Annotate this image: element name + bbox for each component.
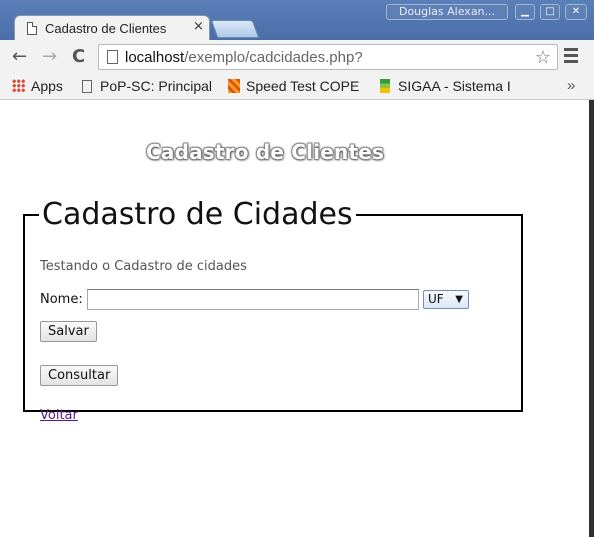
back-link[interactable]: Voltar — [40, 408, 78, 423]
maximize-icon[interactable]: □ — [540, 4, 560, 20]
bookmark-star-icon[interactable]: ☆ — [535, 47, 551, 68]
page-icon — [107, 50, 118, 64]
address-bar[interactable]: localhost/exemplo/cadcidades.php? ☆ — [98, 44, 558, 70]
save-button[interactable]: Salvar — [40, 321, 97, 342]
bookmark-label: Apps — [31, 78, 63, 94]
bookmark-label: SIGAA - Sistema I — [398, 78, 511, 94]
window-edge — [589, 100, 594, 537]
cidades-fieldset: Cadastro de Cidades Testando o Cadastro … — [23, 197, 523, 423]
uf-select[interactable]: UF ▼ — [423, 290, 469, 309]
url-host: localhost — [125, 49, 185, 66]
page-icon — [27, 22, 37, 35]
page-icon — [82, 80, 92, 93]
chevron-down-icon: ▼ — [455, 294, 463, 305]
profile-button[interactable]: Douglas Alexan... — [386, 4, 508, 20]
bookmark-pop-sc[interactable]: PoP-SC: Principal — [82, 78, 212, 94]
minimize-icon[interactable]: ▁ — [515, 4, 535, 20]
nome-label: Nome: — [40, 292, 83, 307]
close-tab-icon[interactable]: × — [193, 19, 204, 34]
forward-icon[interactable]: → — [42, 46, 57, 67]
browser-toolbar: ← → C localhost/exemplo/cadcidades.php? … — [0, 40, 594, 74]
back-icon[interactable]: ← — [12, 46, 27, 67]
nome-input[interactable] — [87, 289, 419, 310]
bookmark-sigaa[interactable]: SIGAA - Sistema I — [380, 78, 511, 94]
tab-title-fade — [165, 18, 189, 38]
menu-icon[interactable] — [564, 48, 578, 66]
form-legend: Cadastro de Cidades — [42, 197, 353, 232]
bookmarks-bar: Apps PoP-SC: Principal Speed Test COPE S… — [0, 74, 594, 100]
bookmark-label: PoP-SC: Principal — [100, 78, 213, 94]
form-subtitle: Testando o Cadastro de cidades — [40, 259, 247, 274]
site-title: Cadastro de Clientes — [146, 140, 385, 164]
new-tab-button[interactable] — [210, 20, 260, 38]
close-window-icon[interactable]: ✕ — [565, 4, 587, 20]
speedtest-icon — [228, 79, 240, 93]
reload-icon[interactable]: C — [72, 46, 85, 67]
address-url[interactable]: localhost/exemplo/cadcidades.php? — [125, 49, 363, 66]
url-path: /exemplo/cadcidades.php? — [184, 49, 363, 66]
consult-button[interactable]: Consultar — [40, 365, 119, 386]
bookmark-speed-test[interactable]: Speed Test COPE — [228, 78, 359, 94]
tab-cadastro[interactable]: Cadastro de Clientes × — [14, 15, 210, 41]
bookmarks-overflow-icon[interactable]: » — [567, 77, 575, 94]
bookmark-apps[interactable]: Apps — [12, 78, 63, 94]
apps-grid-icon — [12, 79, 25, 92]
sigaa-icon — [380, 79, 390, 93]
bookmark-label: Speed Test COPE — [246, 78, 360, 94]
uf-selected-value: UF — [428, 292, 444, 306]
